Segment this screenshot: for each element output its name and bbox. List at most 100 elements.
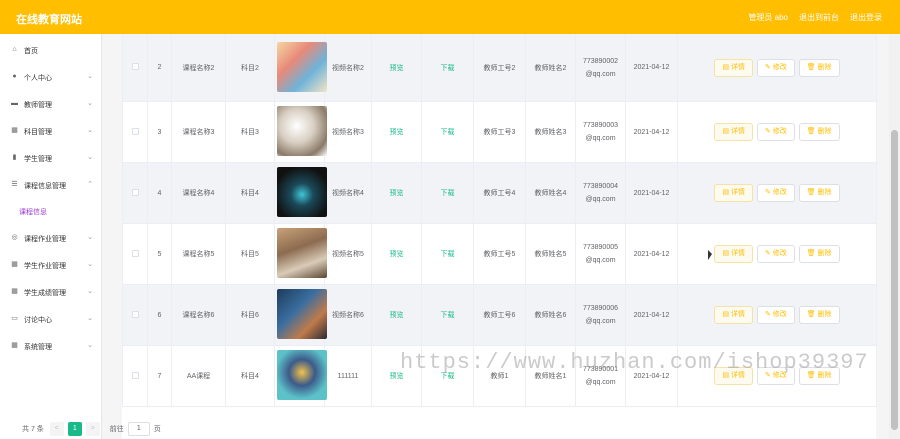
sidebar-item-label: 课程信息管理 xyxy=(24,183,66,190)
preview-link[interactable]: 预览 xyxy=(390,251,404,258)
sidebar-item-label: 讨论中心 xyxy=(24,317,52,324)
edit-button[interactable]: ✎ 修改 xyxy=(756,58,795,77)
email-line2: @qq.com xyxy=(585,196,616,203)
sidebar-subitem-course-info[interactable]: 课程信息 xyxy=(19,207,99,217)
mouse-cursor-icon xyxy=(708,250,712,260)
edit-button[interactable]: ✎ 修改 xyxy=(756,123,795,141)
sidebar-item-label: 学生成绩管理 xyxy=(24,290,66,297)
detail-button[interactable]: ▤ 详情 xyxy=(714,123,753,141)
download-link[interactable]: 下载 xyxy=(441,312,455,319)
download-link[interactable]: 下载 xyxy=(441,129,455,136)
prev-page-button[interactable]: < xyxy=(49,422,64,436)
preview-link[interactable]: 预览 xyxy=(390,312,404,319)
preview-link[interactable]: 预览 xyxy=(390,65,404,72)
preview-link[interactable]: 预览 xyxy=(390,190,404,197)
pencil-icon: ✎ xyxy=(764,189,773,196)
email: 773890005 @qq.com xyxy=(575,223,626,285)
edit-button[interactable]: ✎ 修改 xyxy=(756,306,795,324)
row-checkbox[interactable] xyxy=(131,249,139,257)
list-icon: ☰ xyxy=(11,181,18,188)
delete-button[interactable]: 🗑 删除 xyxy=(798,184,840,202)
trash-icon: 🗑 xyxy=(806,128,818,135)
scrollbar-thumb[interactable] xyxy=(891,130,898,430)
subject: 科目3 xyxy=(225,101,275,163)
admin-user-label: 管理员 abo xyxy=(748,13,788,22)
delete-button[interactable]: 🗑 删除 xyxy=(798,306,840,324)
delete-button[interactable]: 🗑 删除 xyxy=(798,123,840,141)
trash-icon: 🗑 xyxy=(806,250,818,257)
row-index: 7 xyxy=(147,345,172,407)
row-checkbox[interactable] xyxy=(131,371,139,379)
back-to-front-link[interactable]: 退出到前台 xyxy=(799,12,839,23)
chevron-down-icon: ⌄ xyxy=(87,154,93,161)
document-icon: ▤ xyxy=(722,189,731,196)
card-icon: ▬ xyxy=(11,100,18,107)
video-name: 视频名称2 xyxy=(324,34,372,102)
sidebar-item-teachers[interactable]: ▬ 教师管理 ⌄ xyxy=(0,91,102,117)
sidebar-item-label: 学生管理 xyxy=(24,156,52,163)
sidebar-item-home[interactable]: ⌂ 首页 xyxy=(0,37,102,63)
video-name: 视频名称5 xyxy=(324,223,372,285)
document-icon: ▤ xyxy=(722,63,731,71)
chevron-down-icon: ⌄ xyxy=(87,234,93,241)
edit-button[interactable]: ✎ 修改 xyxy=(756,245,795,263)
grid-icon: ▦ xyxy=(11,261,18,268)
sidebar-item-profile[interactable]: ● 个人中心 ⌄ xyxy=(0,64,102,90)
chevron-down-icon: ⌄ xyxy=(87,342,93,349)
download-link[interactable]: 下载 xyxy=(441,65,455,72)
row-index: 3 xyxy=(147,101,172,163)
next-page-button[interactable]: > xyxy=(85,422,100,436)
top-bar: 在线教育网站 管理员 abo 退出到前台 退出登录 xyxy=(0,0,900,34)
course-thumbnail xyxy=(277,41,327,92)
delete-button[interactable]: 🗑 删除 xyxy=(798,245,840,263)
pencil-icon: ✎ xyxy=(764,63,773,71)
sidebar-item-course-info[interactable]: ☰ 课程信息管理 ⌃ xyxy=(0,172,102,198)
edit-button[interactable]: ✎ 修改 xyxy=(756,184,795,202)
course-thumbnail xyxy=(277,228,327,278)
table-panel: 2 课程名称2 科目2 视频名称2 预览 下载 教师工号2 教师姓名2 7738… xyxy=(122,34,877,439)
download-link[interactable]: 下载 xyxy=(441,190,455,197)
email-line1: 773890003 xyxy=(582,122,619,129)
sidebar-item-students[interactable]: ▮ 学生管理 ⌄ xyxy=(0,145,102,171)
video-name: 视频名称3 xyxy=(324,101,372,163)
sidebar-item-label: 首页 xyxy=(24,48,38,55)
edit-label: 修改 xyxy=(772,128,787,135)
sidebar-item-label: 教师管理 xyxy=(24,102,52,109)
detail-button[interactable]: ▤ 详情 xyxy=(714,306,753,324)
date: 2021-04-12 xyxy=(625,223,678,285)
preview-link[interactable]: 预览 xyxy=(390,129,404,136)
sidebar-item-grades[interactable]: ▦ 学生成绩管理 ⌄ xyxy=(0,279,102,305)
sidebar-item-discussion[interactable]: ▭ 讨论中心 ⌄ xyxy=(0,306,102,332)
detail-label: 详情 xyxy=(731,128,745,135)
pagination: 共 7 条 < 1 > 前往 1 页 xyxy=(22,422,161,436)
sidebar-item-course-homework[interactable]: ◎ 课程作业管理 ⌄ xyxy=(0,225,102,251)
sidebar-item-system[interactable]: ▦ 系统管理 ⌄ xyxy=(0,333,102,359)
delete-button[interactable]: 🗑 删除 xyxy=(798,58,840,77)
row-index: 4 xyxy=(147,162,172,224)
chart-icon: ▮ xyxy=(12,154,17,161)
sidebar-item-subjects[interactable]: ▦ 科目管理 ⌄ xyxy=(0,118,102,144)
course-thumbnail xyxy=(277,350,327,400)
sidebar-item-student-homework[interactable]: ▦ 学生作业管理 ⌄ xyxy=(0,252,102,278)
download-link[interactable]: 下载 xyxy=(441,251,455,258)
subject: 科目5 xyxy=(225,223,275,285)
row-checkbox[interactable] xyxy=(131,188,139,196)
vertical-scrollbar[interactable] xyxy=(889,34,900,439)
detail-label: 详情 xyxy=(731,311,745,318)
detail-button[interactable]: ▤ 详情 xyxy=(714,184,753,202)
email: 773890002 @qq.com xyxy=(575,34,626,102)
goto-page-input[interactable]: 1 xyxy=(127,422,150,436)
top-links: 管理员 abo 退出到前台 退出登录 xyxy=(748,12,882,23)
row-checkbox[interactable] xyxy=(131,63,139,70)
teacher-name: 教师姓名4 xyxy=(525,162,576,224)
sidebar-item-label: 系统管理 xyxy=(24,344,52,351)
email-line2: @qq.com xyxy=(585,257,616,264)
logout-link[interactable]: 退出登录 xyxy=(850,12,882,23)
row-checkbox[interactable] xyxy=(131,127,139,135)
row-checkbox[interactable] xyxy=(131,310,139,318)
detail-button[interactable]: ▤ 详情 xyxy=(714,245,753,263)
target-icon: ◎ xyxy=(11,234,18,241)
detail-button[interactable]: ▤ 详情 xyxy=(714,58,753,77)
page-button-1[interactable]: 1 xyxy=(67,422,82,436)
chevron-down-icon: ⌄ xyxy=(87,100,93,107)
